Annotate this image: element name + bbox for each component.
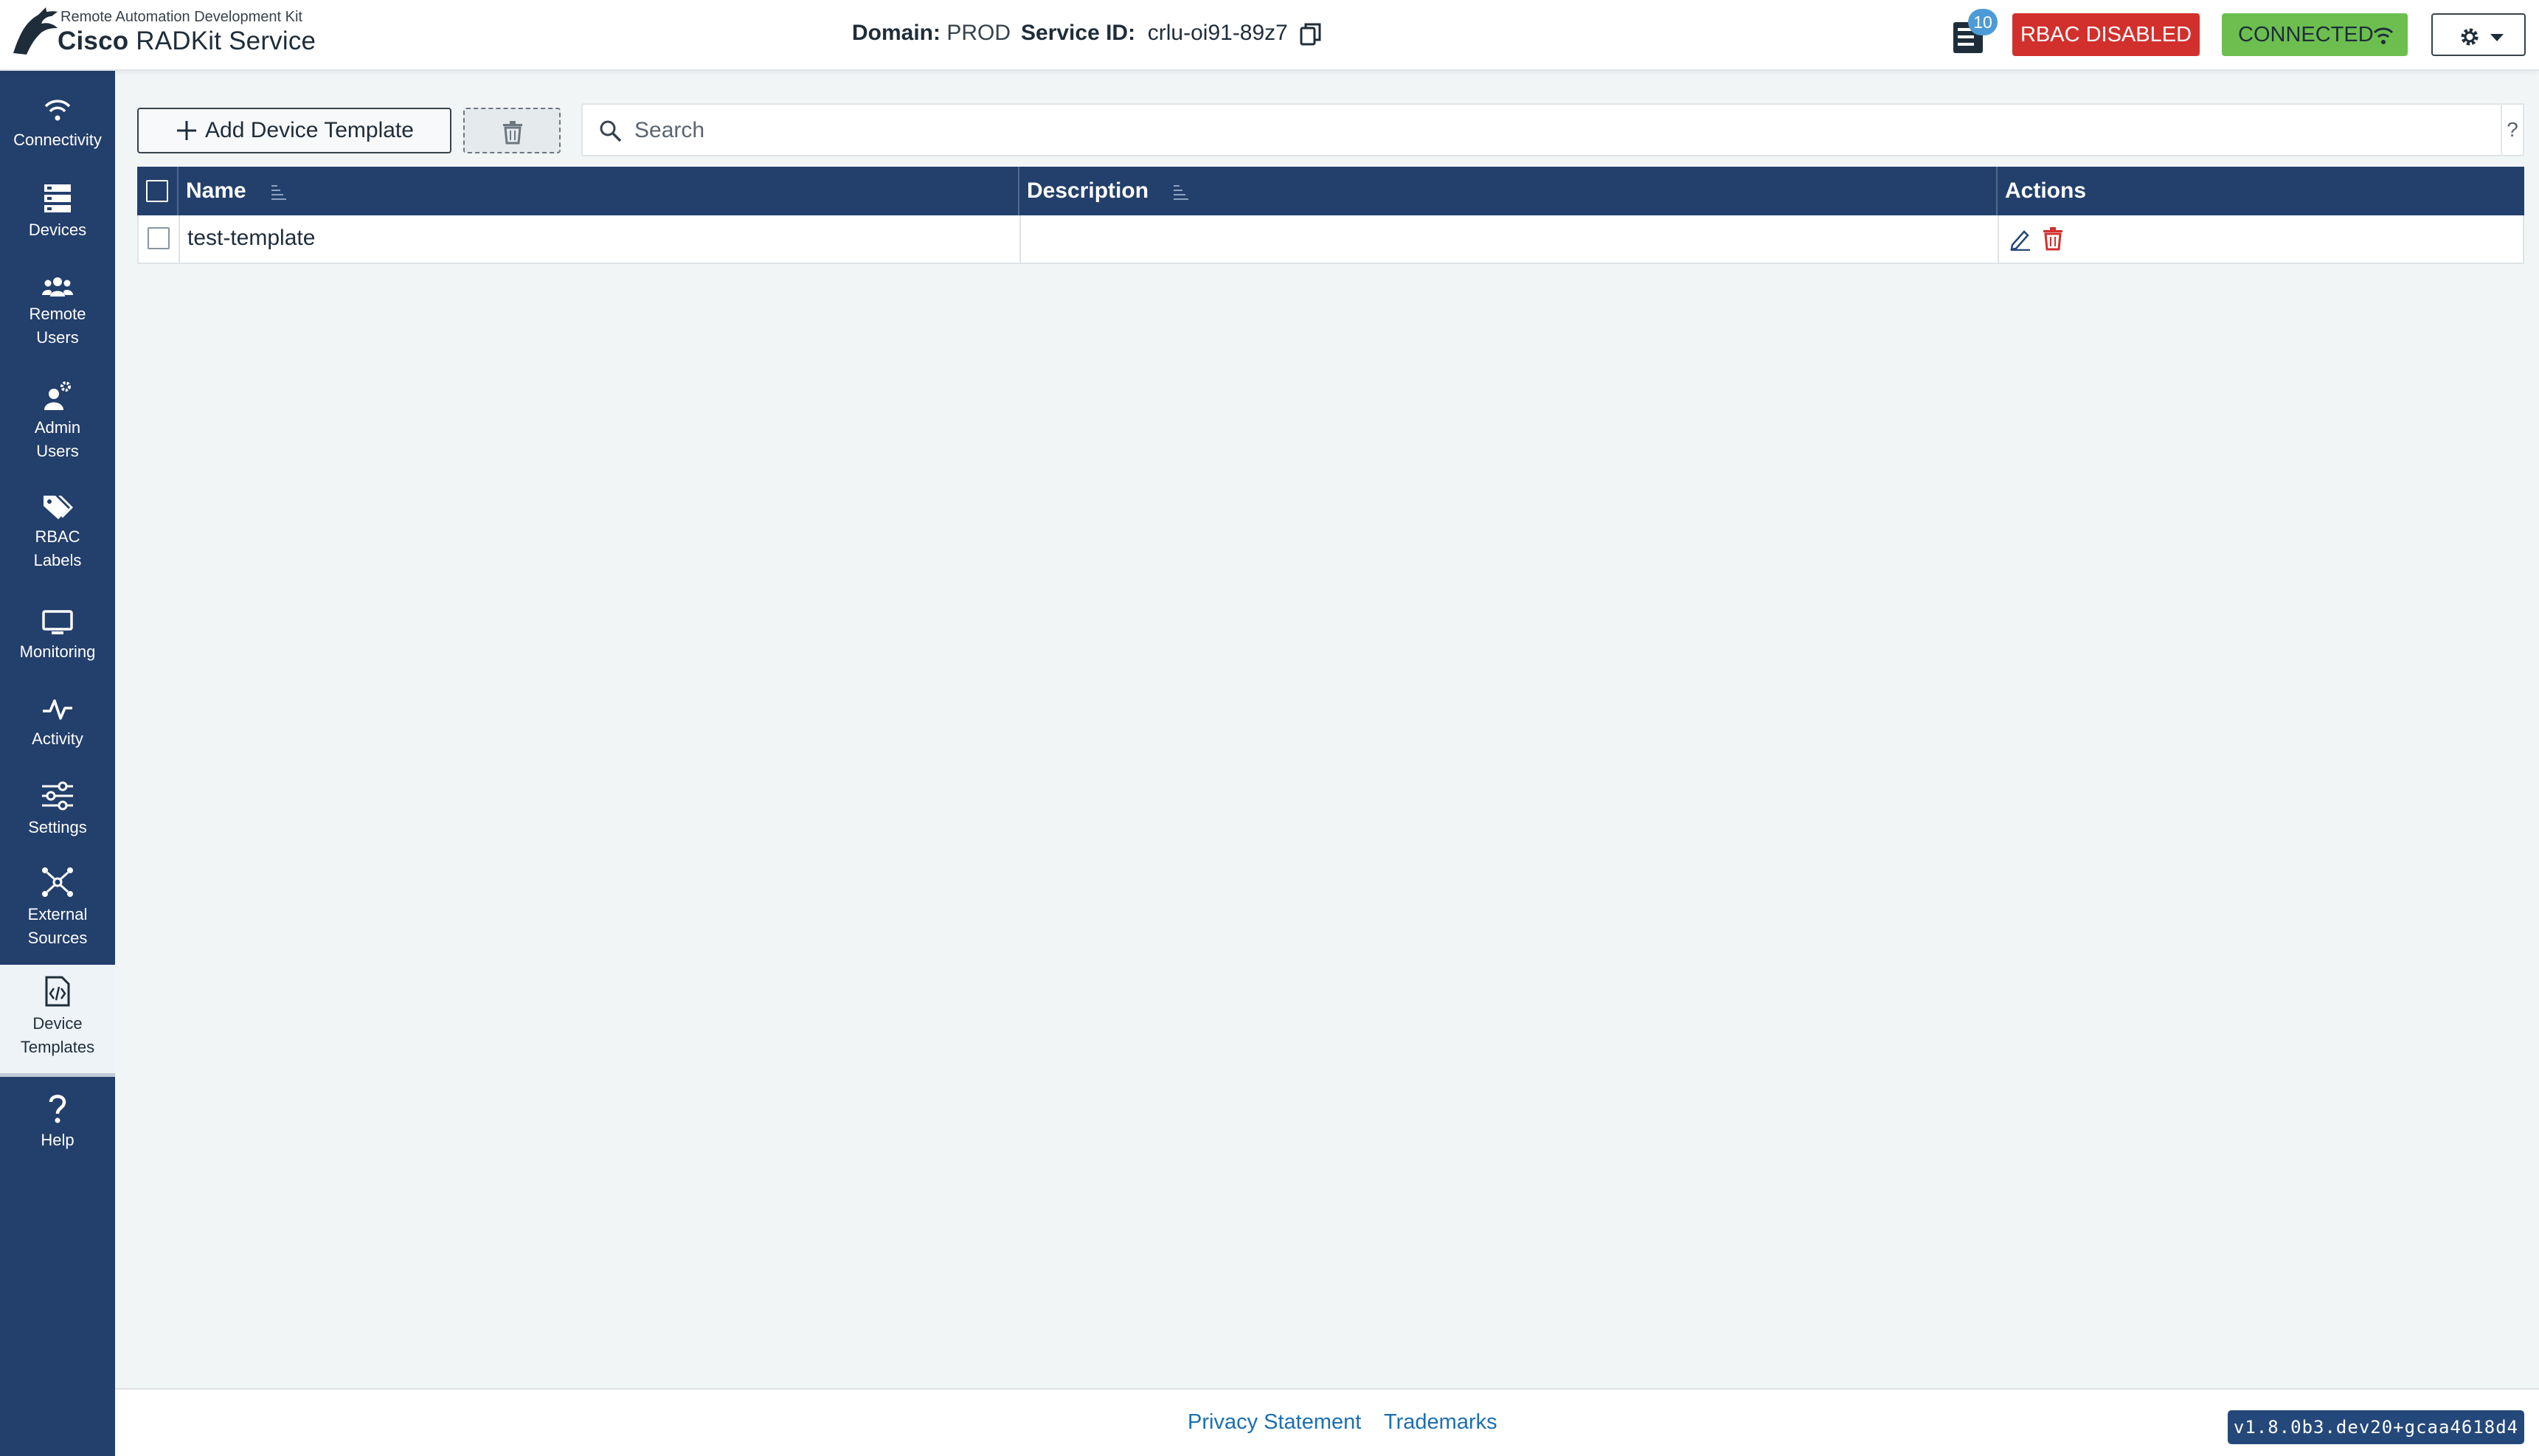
code-file-icon	[45, 976, 70, 1007]
sidebar-item-device-templates[interactable]: Device Templates	[0, 965, 115, 1077]
sort-icon[interactable]	[1172, 183, 1189, 201]
sidebar-item-help[interactable]: Help	[0, 1093, 115, 1152]
row-select-cell	[139, 215, 180, 263]
template-name-cell: test-template	[180, 215, 1021, 263]
add-device-template-button[interactable]: Add Device Template	[137, 108, 451, 153]
column-header-label: Name	[186, 178, 246, 203]
users-icon	[42, 277, 73, 297]
rbac-status-button[interactable]: RBAC DISABLED	[2012, 13, 2200, 56]
brand-title: Cisco RADKit Service	[58, 27, 316, 55]
sidebar-item-label: Activity	[32, 729, 83, 748]
sidebar-item-label: Users	[36, 442, 79, 460]
column-header-actions: Actions	[1998, 167, 2524, 215]
delete-selected-button[interactable]	[463, 108, 561, 153]
gear-icon	[2461, 28, 2479, 46]
sidebar-item-label: Admin	[34, 418, 81, 437]
wifi-icon	[44, 100, 71, 121]
sidebar-item-label: Settings	[28, 818, 87, 836]
sidebar-item-rbac-labels[interactable]: RBAC Labels	[0, 493, 115, 572]
sidebar-item-activity[interactable]: Activity	[0, 696, 115, 751]
connection-status-label: CONNECTED	[2238, 23, 2374, 46]
activity-icon	[43, 699, 72, 720]
connection-status-button[interactable]: CONNECTED	[2222, 13, 2408, 56]
header-select-cell	[137, 167, 179, 215]
sort-icon[interactable]	[270, 183, 287, 201]
sidebar-item-remote-users[interactable]: Remote Users	[0, 276, 115, 350]
version-badge: v1.8.0b3.dev20+gcaa4618d4	[2228, 1410, 2524, 1444]
plus-icon	[177, 121, 196, 140]
privacy-statement-link[interactable]: Privacy Statement	[1188, 1410, 1361, 1435]
sidebar-item-label: Monitoring	[19, 642, 96, 661]
sidebar-item-devices[interactable]: Devices	[0, 183, 115, 242]
sidebar-item-label: Remote	[29, 305, 86, 323]
sidebar-item-admin-users[interactable]: Admin Users	[0, 381, 115, 463]
row-actions-cell	[1999, 215, 2526, 263]
column-header-label: Description	[1027, 178, 1149, 203]
trademarks-link[interactable]: Trademarks	[1384, 1410, 1497, 1435]
sidebar-item-external-sources[interactable]: External Sources	[0, 866, 115, 950]
chevron-down-icon	[2490, 34, 2504, 41]
copy-icon[interactable]	[1300, 22, 1322, 47]
delete-trash-icon[interactable]	[2042, 226, 2064, 251]
brand-subtitle: Remote Automation Development Kit	[60, 9, 302, 25]
page-footer: Privacy Statement Trademarks	[115, 1388, 2539, 1456]
row-checkbox[interactable]	[148, 227, 170, 249]
column-header-description[interactable]: Description	[1019, 167, 1998, 215]
sidebar-item-label: Sources	[27, 929, 88, 947]
search-help-button[interactable]: ?	[2502, 103, 2524, 156]
sidebar-item-label: External	[27, 905, 88, 923]
sidebar-item-label: Devices	[28, 221, 87, 239]
radkit-logo-icon	[13, 7, 58, 55]
settings-menu-button[interactable]	[2431, 13, 2526, 56]
sidebar-item-label: Help	[41, 1131, 75, 1149]
service-id: Service ID: crlu-oi91-89z7	[1021, 21, 1288, 45]
sidebar-item-monitoring[interactable]: Monitoring	[0, 609, 115, 664]
column-header-label: Actions	[2005, 178, 2087, 203]
sidebar-item-label: Users	[36, 328, 79, 347]
service-id-value: crlu-oi91-89z7	[1147, 21, 1288, 45]
network-icon	[42, 867, 73, 897]
sidebar-item-settings[interactable]: Settings	[0, 780, 115, 839]
wifi-icon	[2373, 27, 2394, 44]
sidebar-nav: Connectivity Devices Remote Users Admin …	[0, 71, 115, 1456]
monitor-icon	[42, 610, 73, 634]
trash-icon	[503, 121, 522, 145]
tags-icon	[44, 496, 73, 519]
domain-value: PROD	[946, 21, 1011, 45]
search-icon	[600, 120, 622, 142]
sidebar-item-label: Device	[32, 1014, 83, 1033]
jobs-count-badge: 10	[1968, 9, 1998, 35]
sidebar-item-label: Labels	[33, 551, 82, 569]
search-input[interactable]	[634, 114, 2479, 148]
select-all-checkbox[interactable]	[146, 180, 168, 202]
column-header-name[interactable]: Name	[179, 167, 1019, 215]
edit-pencil-icon[interactable]	[2009, 227, 2031, 251]
admin-user-icon	[44, 381, 71, 410]
table-header: Name Description Actions	[137, 167, 2524, 215]
template-description-cell	[1021, 215, 1999, 263]
table-row[interactable]: test-template	[137, 215, 2524, 264]
server-icon	[44, 184, 71, 212]
sliders-icon	[42, 781, 73, 811]
search-box	[581, 103, 2502, 156]
sidebar-item-connectivity[interactable]: Connectivity	[0, 97, 115, 152]
sidebar-item-label: RBAC	[35, 527, 80, 546]
top-header: Remote Automation Development Kit Cisco …	[0, 0, 2539, 71]
add-button-label: Add Device Template	[205, 118, 414, 142]
domain-indicator: Domain: PROD	[852, 21, 1011, 45]
sidebar-item-label: Templates	[20, 1038, 95, 1056]
sidebar-item-label: Connectivity	[13, 131, 102, 149]
help-icon	[49, 1095, 66, 1123]
